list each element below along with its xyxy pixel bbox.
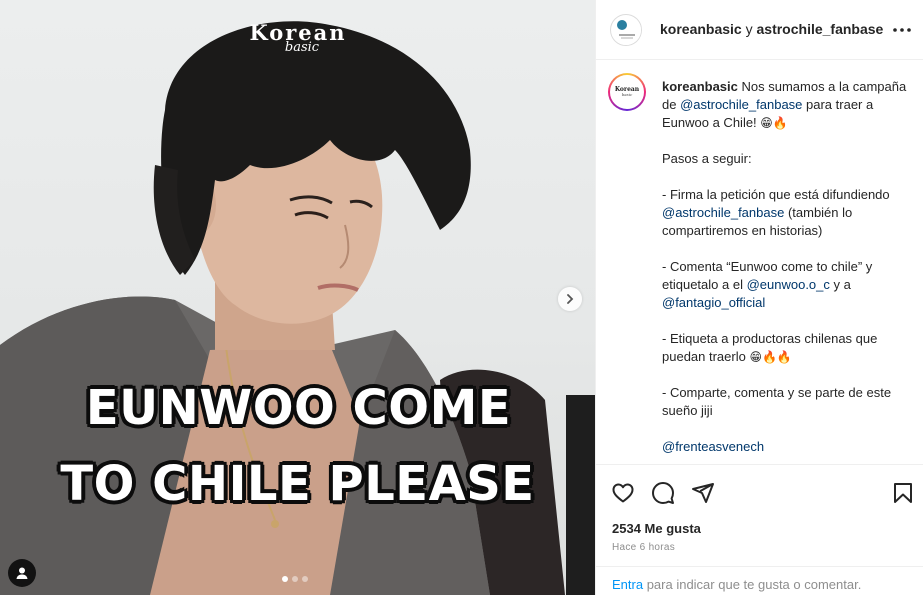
caption-paragraph: - Comparte, comenta y se parte de este s…: [662, 385, 892, 418]
carousel-dot: [282, 576, 288, 582]
carousel-indicator: [282, 576, 308, 582]
watermark-logo: Korean basic: [248, 20, 348, 55]
post-caption: koreanbasic Nos sumamos a la campaña de …: [662, 78, 908, 456]
image-caption-line1: EUNWOO COME: [85, 380, 512, 436]
likes-count[interactable]: 2534 Me gusta: [612, 521, 701, 536]
login-link[interactable]: Entra: [612, 577, 643, 592]
caption-paragraph: Pasos a seguir:: [662, 151, 752, 166]
post-authors: koreanbasic y astrochile_fanbase: [660, 21, 883, 37]
more-options-icon[interactable]: [890, 22, 914, 38]
carousel-dot: [302, 576, 308, 582]
paper-plane-icon[interactable]: [691, 481, 715, 505]
avatar[interactable]: [610, 14, 642, 46]
mention-link[interactable]: @eunwoo.o_c: [747, 277, 830, 292]
comment-prompt-text: para indicar que te gusta o comentar.: [643, 577, 862, 592]
carousel-next-button[interactable]: [558, 287, 582, 311]
mention-link[interactable]: @astrochile_fanbase: [680, 97, 802, 112]
heart-icon[interactable]: [611, 481, 635, 505]
user-tags-button[interactable]: [8, 559, 36, 587]
caption-avatar[interactable]: Korean basic: [608, 73, 646, 111]
bookmark-icon[interactable]: [891, 481, 915, 505]
profile-logo-icon: [612, 16, 641, 45]
chevron-right-icon: [567, 294, 574, 304]
carousel-dot: [292, 576, 298, 582]
comment-prompt: Entra para indicar que te gusta o coment…: [596, 566, 923, 595]
emoji: 😁🔥: [760, 116, 788, 130]
comment-bubble-icon[interactable]: [651, 481, 675, 505]
post-header: koreanbasic y astrochile_fanbase: [596, 0, 923, 60]
caption-text-segment: - Firma la petición que está difundiendo: [662, 187, 890, 202]
author-username[interactable]: koreanbasic: [660, 21, 742, 37]
caption-avatar-script: basic: [621, 92, 633, 97]
caption-username[interactable]: koreanbasic: [662, 79, 738, 94]
mention-link[interactable]: @frenteasvenech: [662, 439, 764, 454]
user-tag-icon: [16, 567, 28, 579]
emoji: 😁🔥🔥: [749, 350, 792, 364]
post-timestamp: Hace 6 horas: [612, 542, 676, 553]
mention-link[interactable]: @fantagio_official: [662, 295, 765, 310]
post-actions: 2534 Me gusta Hace 6 horas: [596, 464, 923, 569]
caption-text-segment: y a: [829, 277, 851, 292]
image-caption-line2: TO CHILE PLEASE: [60, 456, 535, 512]
authors-conjunction: y: [745, 21, 753, 37]
mention-link[interactable]: @astrochile_fanbase: [662, 205, 784, 220]
coauthor-username[interactable]: astrochile_fanbase: [757, 21, 884, 37]
post-media[interactable]: Korean basic EUNWOO COME TO CHILE PLEASE: [0, 0, 595, 595]
post-side-panel: koreanbasic y astrochile_fanbase Korean …: [595, 0, 923, 595]
post-caption-area[interactable]: Korean basic koreanbasic Nos sumamos a l…: [596, 61, 923, 464]
